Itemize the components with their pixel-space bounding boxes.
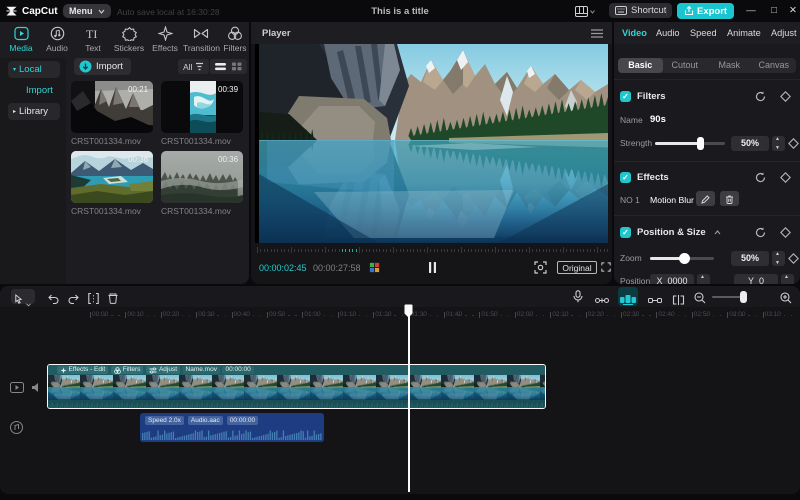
svg-text:00:21: 00:21 [128,85,149,94]
svg-text:00:36: 00:36 [128,155,149,164]
svg-text:00:36: 00:36 [218,155,239,164]
svg-text:00:39: 00:39 [218,85,239,94]
svg-text:TI: TI [86,27,97,41]
